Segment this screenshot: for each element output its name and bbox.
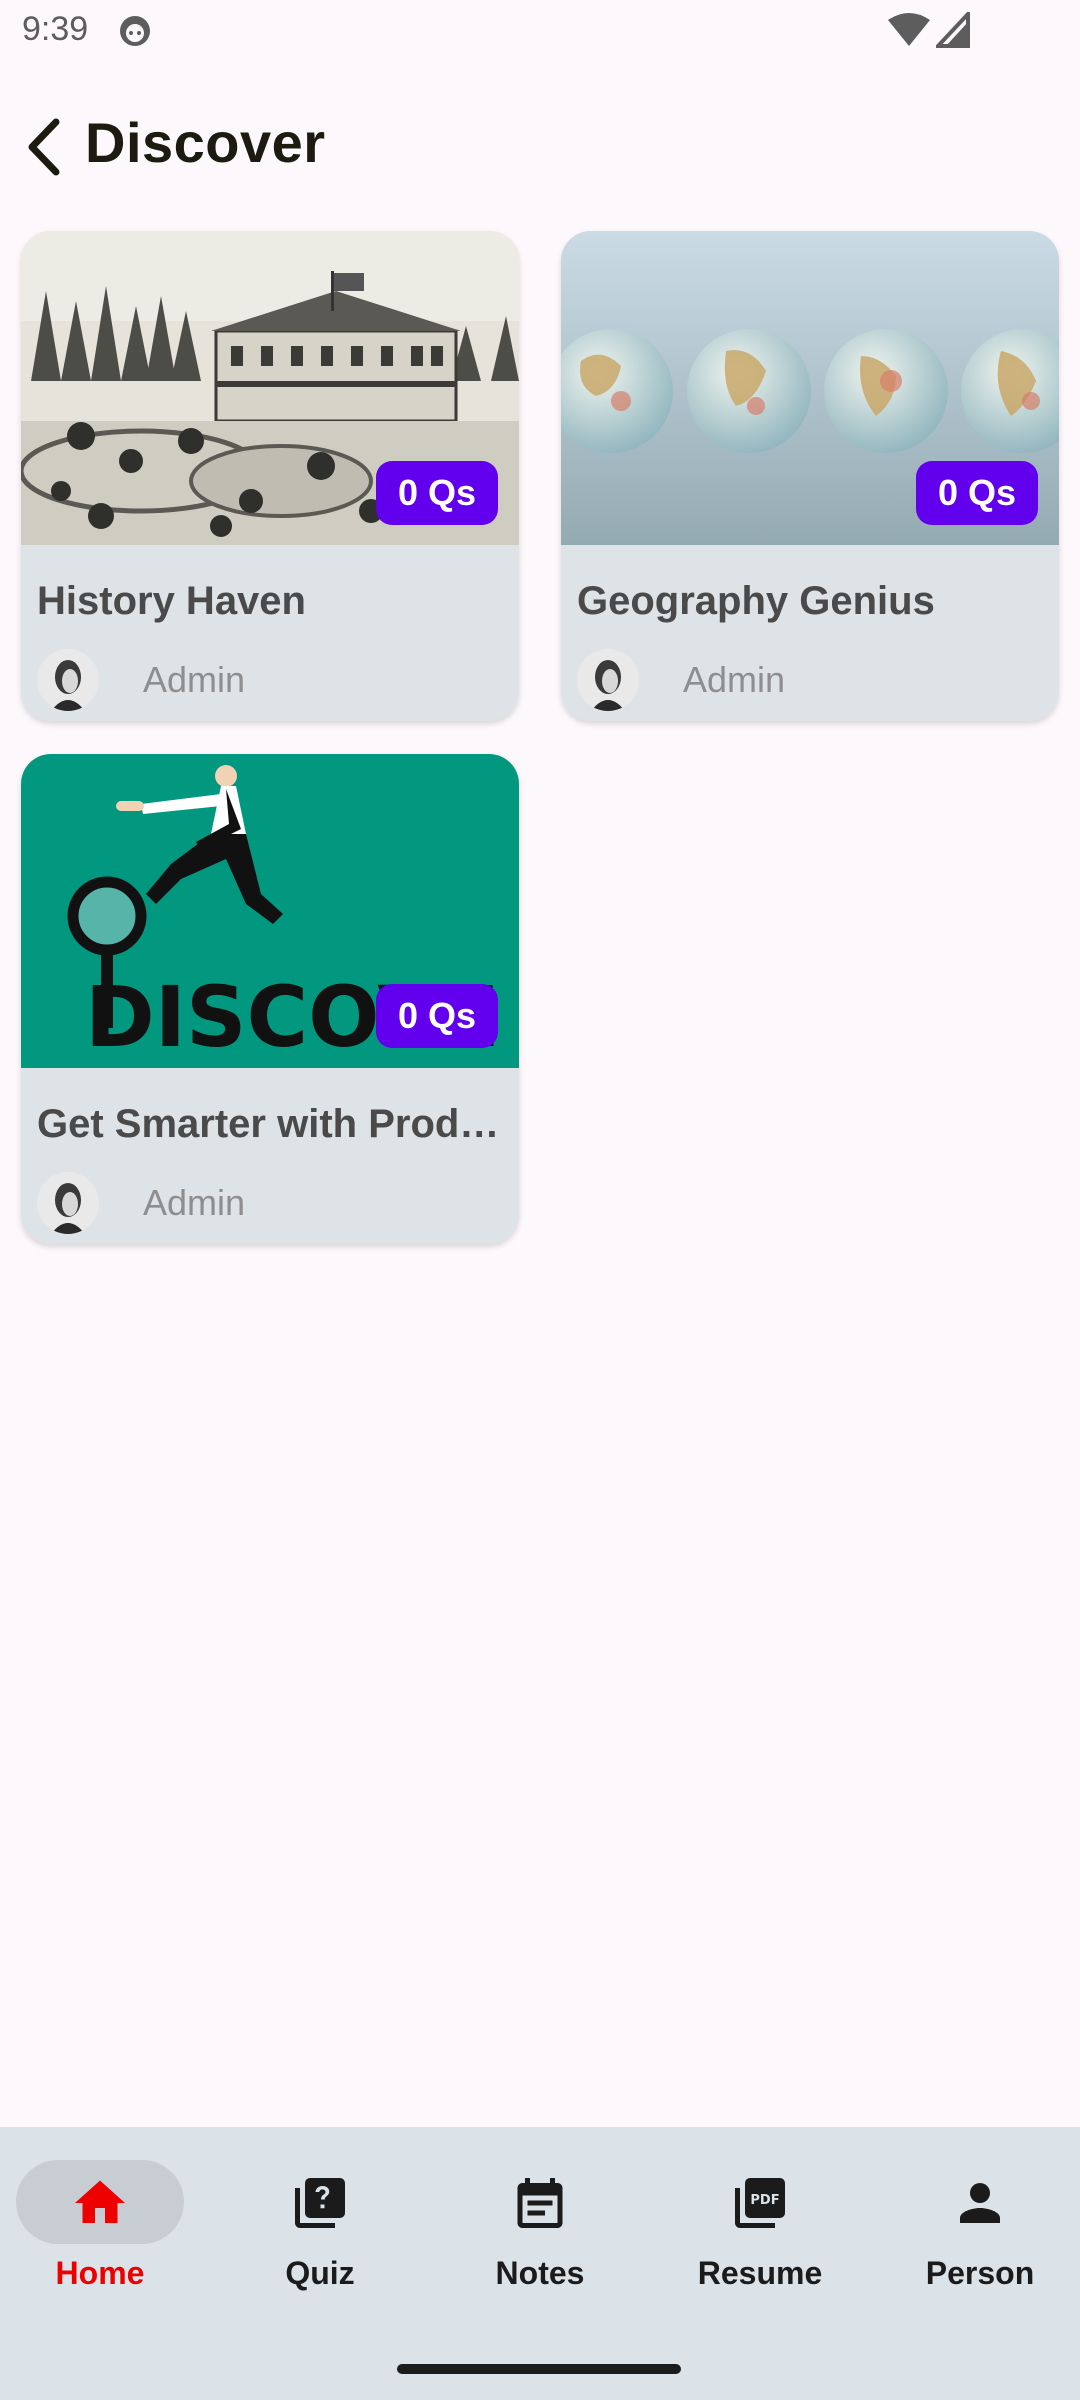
signal-icon bbox=[933, 8, 970, 48]
card-title: Get Smarter with Prod… bbox=[37, 1102, 500, 1146]
avatar bbox=[37, 1172, 99, 1234]
gesture-handle[interactable] bbox=[397, 2364, 681, 2374]
questions-count-badge: 0 Qs bbox=[375, 461, 498, 525]
page-title: Discover bbox=[85, 111, 326, 174]
nav-label: Notes bbox=[495, 2255, 585, 2291]
nav-item-quiz[interactable]: Quiz bbox=[212, 2127, 428, 2327]
person-icon bbox=[950, 2173, 1010, 2233]
quiz-card[interactable]: 0 Qs Geography Genius Admin bbox=[561, 231, 1059, 721]
author-name: Admin bbox=[143, 659, 246, 700]
bottom-navigation: Home Quiz Notes PDF Resume Person bbox=[0, 2127, 1080, 2400]
nav-label: Resume bbox=[697, 2255, 823, 2291]
notes-icon bbox=[510, 2173, 570, 2233]
nav-label: Quiz bbox=[285, 2255, 355, 2291]
nav-label: Person bbox=[925, 2255, 1035, 2291]
card-title: History Haven bbox=[37, 579, 306, 623]
nav-item-person[interactable]: Person bbox=[872, 2127, 1080, 2327]
questions-count-badge: 0 Qs bbox=[915, 461, 1038, 525]
status-time: 9:39 bbox=[22, 10, 89, 48]
notification-face-icon bbox=[118, 14, 152, 48]
status-bar: 9:39 bbox=[0, 0, 1080, 64]
avatar bbox=[577, 649, 639, 711]
svg-text:PDF: PDF bbox=[750, 2193, 779, 2208]
quiz-icon bbox=[290, 2173, 350, 2233]
quiz-card[interactable]: 0 Qs History Haven Admin bbox=[21, 231, 519, 721]
nav-label: Home bbox=[55, 2255, 145, 2291]
quiz-card[interactable]: DISCOVE 0 Qs Get Smarter with Prod… Admi… bbox=[21, 754, 519, 1244]
nav-item-notes[interactable]: Notes bbox=[432, 2127, 648, 2327]
back-button[interactable] bbox=[18, 112, 78, 182]
home-icon bbox=[70, 2173, 130, 2233]
author-name: Admin bbox=[143, 1182, 246, 1223]
arrow-back-icon bbox=[28, 118, 60, 176]
questions-count-badge: 0 Qs bbox=[375, 984, 498, 1048]
nav-item-resume[interactable]: PDF Resume bbox=[652, 2127, 868, 2327]
wifi-icon bbox=[886, 12, 932, 48]
pdf-icon: PDF bbox=[730, 2173, 790, 2233]
author-name: Admin bbox=[683, 659, 786, 700]
avatar bbox=[37, 649, 99, 711]
nav-item-home[interactable]: Home bbox=[0, 2127, 216, 2327]
card-title: Geography Genius bbox=[577, 579, 935, 623]
